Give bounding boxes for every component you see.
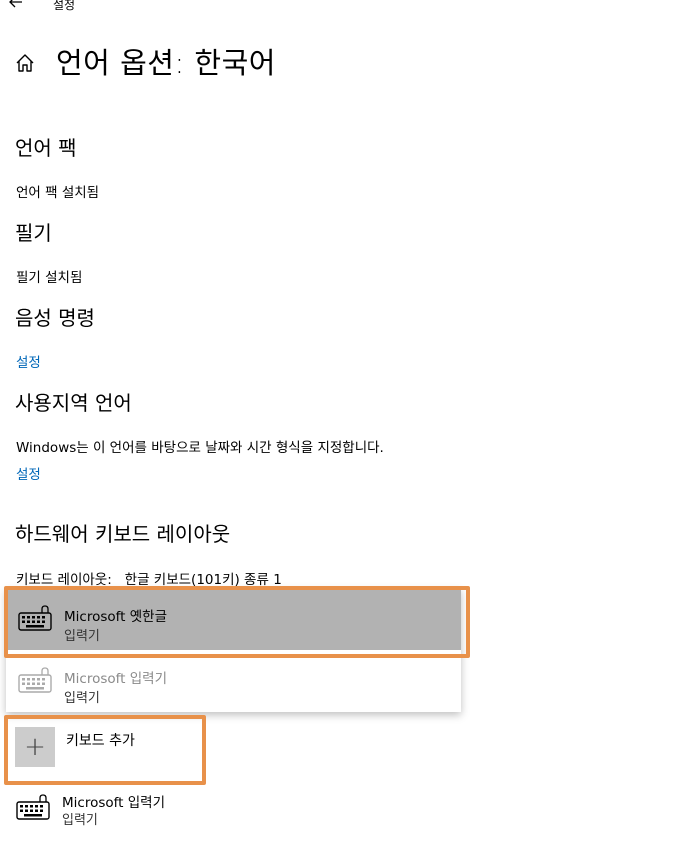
speech-heading: 음성 명령 [15, 306, 95, 330]
keyboard-layout-row: 키보드 레이아웃: 한글 키보드(101키) 종류 1 [16, 568, 282, 588]
highlight-box-add-keyboard [4, 715, 206, 785]
page-title: 언어 옵션: 한국어 [56, 46, 276, 80]
highlight-box-selected-option [4, 586, 470, 658]
home-icon[interactable] [14, 52, 36, 74]
ime-option-name: Microsoft 입력기 [64, 671, 167, 687]
ime-option-type: 입력기 [64, 691, 100, 706]
regional-language-heading: 사용지역 언어 [15, 391, 132, 415]
language-pack-status: 언어 팩 설치됨 [16, 185, 100, 201]
regional-description: Windows는 이 언어를 바탕으로 날짜와 시간 형식을 지정합니다. [16, 440, 384, 456]
handwriting-status: 필기 설치됨 [16, 270, 83, 286]
installed-keyboard-type: 입력기 [62, 813, 98, 828]
speech-settings-link[interactable]: 설정 [16, 351, 41, 371]
handwriting-heading: 필기 [15, 221, 52, 245]
keyboard-icon [18, 667, 52, 693]
hardware-keyboard-heading: 하드웨어 키보드 레이아웃 [15, 522, 231, 546]
app-title: 설정 [53, 0, 76, 12]
language-pack-heading: 언어 팩 [15, 136, 77, 160]
keyboard-icon [16, 794, 50, 820]
installed-keyboard-name[interactable]: Microsoft 입력기 [62, 791, 165, 811]
regional-settings-link[interactable]: 설정 [16, 463, 41, 483]
back-arrow-icon[interactable] [6, 0, 26, 12]
ime-option-microsoft: Microsoft 입력기 입력기 [6, 650, 461, 712]
